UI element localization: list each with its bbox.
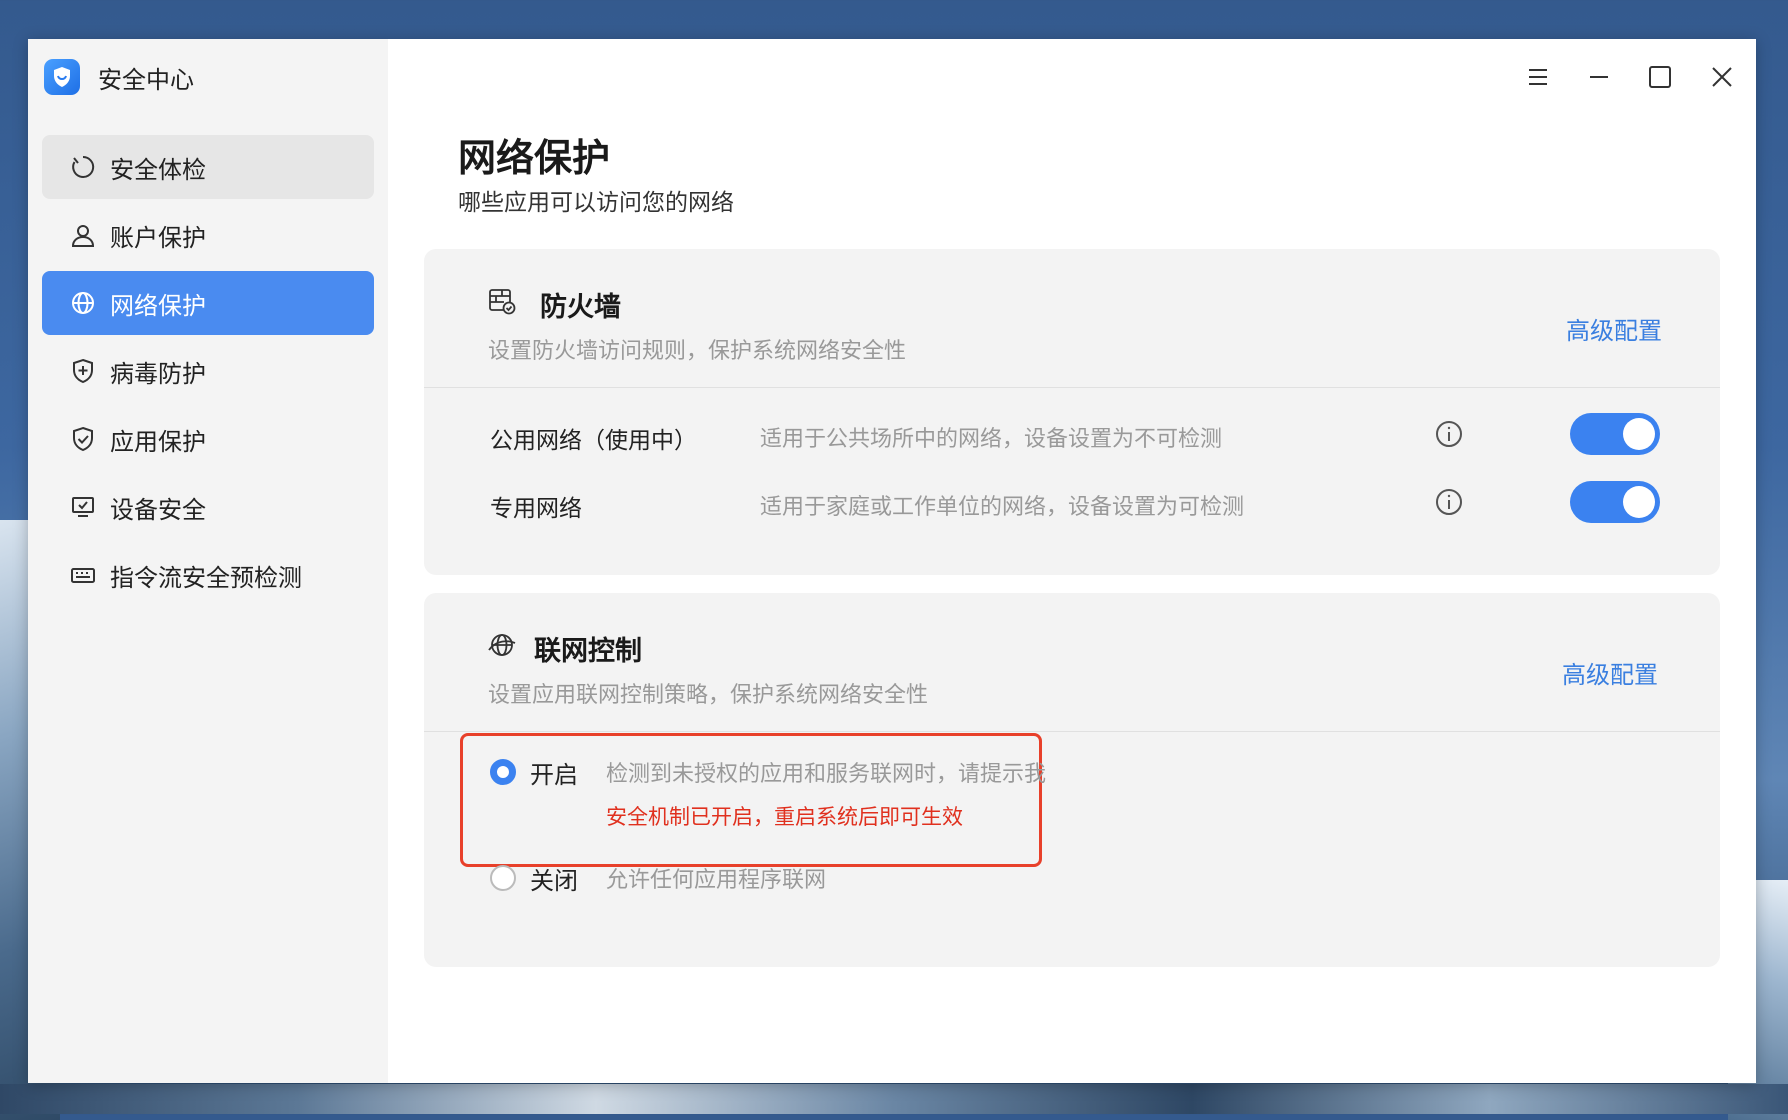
sidebar-item-device-security[interactable]: 设备安全 — [42, 475, 374, 539]
sidebar-item-virus-protection[interactable]: 病毒防护 — [42, 339, 374, 403]
radio-off-label: 关闭 — [530, 867, 578, 895]
sidebar-item-network-protection[interactable]: 网络保护 — [42, 271, 374, 335]
main-content: 网络保护 哪些应用可以访问您的网络 防火墙 设置防火墙访问规则，保护系统网络安全… — [388, 39, 1756, 1083]
sidebar-item-label: 病毒防护 — [110, 359, 206, 388]
sidebar-item-security-check[interactable]: 安全体检 — [42, 135, 374, 199]
sidebar-nav: 安全体检 账户保护 网络保护 病毒防护 应用保护 设备安全 指令流安全预检测 — [42, 135, 374, 611]
info-icon[interactable] — [1434, 487, 1464, 517]
monitor-check-icon — [70, 494, 96, 520]
radio-on-description: 检测到未授权的应用和服务联网时，请提示我 — [606, 762, 1047, 787]
sidebar-item-account-protection[interactable]: 账户保护 — [42, 203, 374, 267]
page-subtitle: 哪些应用可以访问您的网络 — [458, 190, 734, 216]
public-network-toggle[interactable] — [1570, 413, 1660, 455]
sidebar-item-label: 网络保护 — [110, 291, 206, 320]
security-center-window: 安全中心 安全体检 账户保护 网络保护 病毒防护 应用保护 设备安全 指令流安全… — [28, 39, 1756, 1083]
sidebar-item-app-protection[interactable]: 应用保护 — [42, 407, 374, 471]
sidebar-item-label: 应用保护 — [110, 427, 206, 456]
radio-on-label: 开启 — [530, 761, 578, 789]
user-icon — [70, 222, 96, 248]
radio-off[interactable] — [490, 865, 516, 891]
restart-warning: 安全机制已开启，重启系统后即可生效 — [606, 805, 963, 829]
shield-check-icon — [70, 426, 96, 452]
page-title: 网络保护 — [458, 136, 611, 180]
network-control-card: 联网控制 设置应用联网控制策略，保护系统网络安全性 高级配置 开启 检测到未授权… — [424, 593, 1720, 967]
scan-icon — [70, 154, 96, 180]
desktop-wallpaper-bottom — [0, 1084, 1788, 1114]
network-control-description: 设置应用联网控制策略，保护系统网络安全性 — [488, 683, 929, 708]
firewall-title: 防火墙 — [540, 292, 621, 323]
firewall-advanced-config-link[interactable]: 高级配置 — [1566, 311, 1662, 346]
sidebar-item-label: 设备安全 — [110, 495, 206, 524]
radio-off-description: 允许任何应用程序联网 — [606, 868, 827, 893]
private-network-description: 适用于家庭或工作单位的网络，设备设置为可检测 — [760, 495, 1245, 520]
sidebar-item-label: 指令流安全预检测 — [110, 563, 302, 592]
info-icon[interactable] — [1434, 419, 1464, 449]
highlight-box — [460, 733, 1042, 867]
network-control-advanced-config-link[interactable]: 高级配置 — [1562, 655, 1658, 690]
toggle-knob — [1623, 418, 1655, 450]
firewall-icon — [489, 289, 516, 315]
network-control-title: 联网控制 — [534, 636, 642, 667]
keyboard-icon — [70, 562, 96, 588]
sidebar: 安全中心 安全体检 账户保护 网络保护 病毒防护 应用保护 设备安全 指令流安全… — [28, 39, 388, 1083]
toggle-knob — [1623, 486, 1655, 518]
sidebar-item-command-flow-check[interactable]: 指令流安全预检测 — [42, 543, 374, 607]
public-network-name: 公用网络（使用中） — [490, 428, 697, 454]
shield-logo-icon — [44, 59, 80, 95]
public-network-row: 公用网络（使用中） 适用于公共场所中的网络，设备设置为不可检测 — [424, 407, 1720, 463]
firewall-card-header: 防火墙 设置防火墙访问规则，保护系统网络安全性 高级配置 — [424, 249, 1720, 388]
radio-on[interactable] — [490, 759, 516, 785]
private-network-toggle[interactable] — [1570, 481, 1660, 523]
public-network-description: 适用于公共场所中的网络，设备设置为不可检测 — [760, 427, 1223, 452]
globe-icon — [70, 290, 96, 316]
sidebar-item-label: 账户保护 — [110, 223, 206, 252]
network-control-icon — [488, 634, 516, 656]
app-header: 安全中心 — [44, 57, 194, 97]
private-network-row: 专用网络 适用于家庭或工作单位的网络，设备设置为可检测 — [424, 475, 1720, 531]
shield-plus-icon — [70, 358, 96, 384]
private-network-name: 专用网络 — [490, 496, 582, 522]
firewall-description: 设置防火墙访问规则，保护系统网络安全性 — [488, 339, 907, 364]
sidebar-item-label: 安全体检 — [110, 155, 206, 184]
network-control-card-header: 联网控制 设置应用联网控制策略，保护系统网络安全性 高级配置 — [424, 593, 1720, 732]
firewall-card: 防火墙 设置防火墙访问规则，保护系统网络安全性 高级配置 公用网络（使用中） 适… — [424, 249, 1720, 575]
app-title: 安全中心 — [98, 65, 194, 94]
